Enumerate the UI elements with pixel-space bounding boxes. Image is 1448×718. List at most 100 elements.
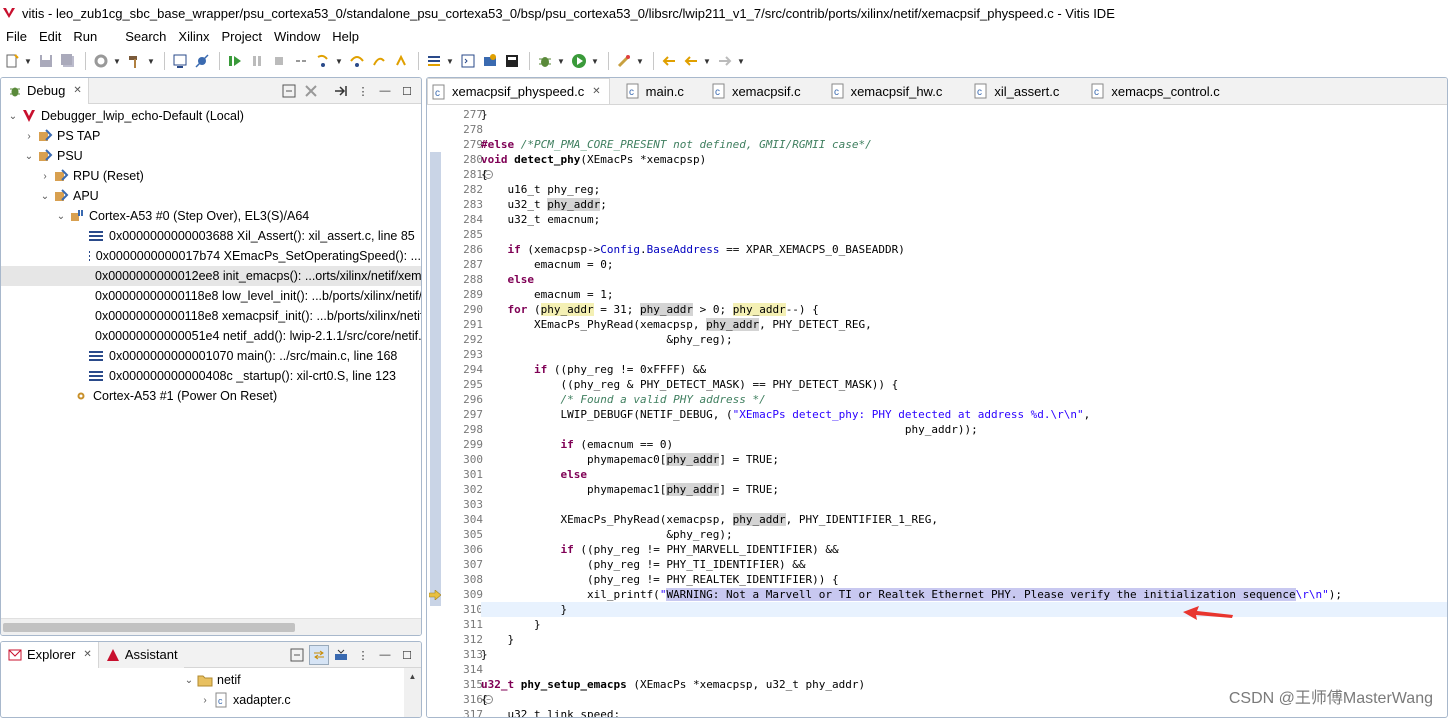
step-into-icon[interactable] <box>313 51 333 71</box>
menu-help[interactable]: Help <box>326 29 365 44</box>
code-line[interactable]: u16_t phy_reg; <box>481 182 600 197</box>
chevron-down-icon[interactable]: ⌄ <box>55 211 67 222</box>
xsct-icon[interactable] <box>480 51 500 71</box>
stack-frame-row[interactable]: 0x0000000000001070 main(): ../src/main.c… <box>1 346 421 366</box>
back-dropdown-icon[interactable]: ▼ <box>703 51 711 71</box>
code-line[interactable]: } <box>481 632 514 647</box>
chevron-down-icon[interactable]: ⌄ <box>39 191 51 202</box>
code-line[interactable]: /* Found a valid PHY address */ <box>481 392 765 407</box>
instruction-dropdown-icon[interactable]: ▼ <box>446 51 454 71</box>
stack-frame-row-selected[interactable]: 0x0000000000012ee8 init_emacps(): ...ort… <box>1 266 421 286</box>
close-icon[interactable]: ✕ <box>592 86 600 97</box>
code-line[interactable]: xil_printf("WARNING: Not a Marvell or TI… <box>481 587 1342 602</box>
menu-project[interactable]: Project <box>216 29 268 44</box>
menu-file[interactable]: File <box>0 29 33 44</box>
editor-tab-xemacpsif[interactable]: c xemacpsif.c <box>708 78 809 104</box>
code-line[interactable]: } <box>481 602 1447 617</box>
code-line[interactable]: u32_t phy_addr; <box>481 197 607 212</box>
code-line[interactable]: (phy_reg != PHY_TI_IDENTIFIER) && <box>481 557 806 572</box>
collapse-all-icon[interactable] <box>287 645 307 665</box>
code-line[interactable]: XEmacPs_PhyRead(xemacpsp, phy_addr, PHY_… <box>481 512 938 527</box>
code-line[interactable]: void detect_phy(XEmacPs *xemacpsp) <box>481 152 706 167</box>
view-menu-icon[interactable]: ⋮ <box>353 81 373 101</box>
tree-item-rpu[interactable]: › RPU (Reset) <box>1 166 421 186</box>
console-icon[interactable] <box>458 51 478 71</box>
scrollbar-thumb[interactable] <box>3 623 295 632</box>
new-dropdown-icon[interactable]: ▼ <box>24 51 32 71</box>
last-edit-icon[interactable] <box>659 51 679 71</box>
code-line[interactable]: if ((phy_reg != 0xFFFF) && <box>481 362 706 377</box>
tab-explorer[interactable]: Explorer ✕ <box>1 642 99 668</box>
editor-tab-xemacpsif-physpeed[interactable]: c xemacpsif_physpeed.c ✕ <box>427 78 610 104</box>
menu-xilinx[interactable]: Xilinx <box>172 29 215 44</box>
terminal-icon[interactable] <box>170 51 190 71</box>
tree-item-core1[interactable]: Cortex-A53 #1 (Power On Reset) <box>1 386 421 406</box>
view-menu-icon[interactable]: ⋮ <box>353 645 373 665</box>
program-device-icon[interactable] <box>502 51 522 71</box>
remove-terminated-icon[interactable] <box>301 81 321 101</box>
chevron-right-icon[interactable]: › <box>39 171 51 182</box>
code-line[interactable]: LWIP_DEBUGF(NETIF_DEBUG, ("XEmacPs detec… <box>481 407 1090 422</box>
build-dropdown-icon[interactable]: ▼ <box>147 51 155 71</box>
terminate-icon[interactable] <box>269 51 289 71</box>
chevron-down-icon[interactable]: ⌄ <box>23 151 35 162</box>
code-area[interactable]: 277 278 279 280 281−282 283 284 285 286 287 288 289… <box>427 106 1447 717</box>
disconnect-icon[interactable] <box>291 51 311 71</box>
code-line[interactable]: for (phy_addr = 31; phy_addr > 0; phy_ad… <box>481 302 819 317</box>
step-filter-icon[interactable] <box>331 81 351 101</box>
code-line[interactable]: if ((phy_reg != PHY_MARVELL_IDENTIFIER) … <box>481 542 838 557</box>
tree-item-xadapter[interactable]: › c xadapter.c <box>1 690 421 710</box>
code-line[interactable]: &phy_reg); <box>481 332 732 347</box>
editor-tab-xemacps-control[interactable]: c xemacps_control.c <box>1087 78 1227 104</box>
code-line[interactable]: else <box>481 272 535 287</box>
step-over-icon[interactable] <box>347 51 367 71</box>
code-line[interactable]: } <box>481 107 488 122</box>
settings-icon[interactable] <box>91 51 111 71</box>
stack-frame-row[interactable]: 0x00000000000118e8 xemacpsif_init(): ...… <box>1 306 421 326</box>
tree-item-apu[interactable]: ⌄ APU <box>1 186 421 206</box>
stack-frame-row[interactable]: 0x00000000000051e4 netif_add(): lwip-2.1… <box>1 326 421 346</box>
code-line[interactable]: &phy_reg); <box>481 527 732 542</box>
code-line[interactable]: phy_addr)); <box>481 422 978 437</box>
code-line[interactable]: XEmacPs_PhyRead(xemacpsp, phy_addr, PHY_… <box>481 317 872 332</box>
chevron-down-icon[interactable]: ⌄ <box>7 111 19 122</box>
chevron-right-icon[interactable]: › <box>23 131 35 142</box>
stack-frame-row[interactable]: 0x00000000000118e8 low_level_init(): ...… <box>1 286 421 306</box>
code-line[interactable]: #else /*PCM_PMA_CORE_PRESENT not defined… <box>481 137 872 152</box>
drop-to-frame-icon[interactable] <box>391 51 411 71</box>
launch-dropdown-icon[interactable]: ▼ <box>636 51 644 71</box>
step-return-icon[interactable] <box>369 51 389 71</box>
back-icon[interactable] <box>681 51 701 71</box>
code-line[interactable]: } <box>481 617 541 632</box>
debug-bug-icon[interactable] <box>535 51 555 71</box>
editor-tab-main[interactable]: c main.c <box>622 78 692 104</box>
debug-dropdown-icon[interactable]: ▼ <box>557 51 565 71</box>
collapse-all-icon[interactable] <box>279 81 299 101</box>
forward-dropdown-icon[interactable]: ▼ <box>737 51 745 71</box>
instruction-stepping-icon[interactable] <box>424 51 444 71</box>
code-line[interactable]: if (emacnum == 0) <box>481 437 673 452</box>
code-line[interactable]: if (xemacpsp->Config.BaseAddress == XPAR… <box>481 242 905 257</box>
stack-frame-row[interactable]: 0x0000000000003688 Xil_Assert(): xil_ass… <box>1 226 421 246</box>
code-line[interactable]: u32_t link_speed; <box>481 707 620 717</box>
tree-item-ps-tap[interactable]: › PS TAP <box>1 126 421 146</box>
tab-debug[interactable]: Debug ✕ <box>1 78 89 104</box>
scroll-up-icon[interactable]: ▲ <box>404 672 421 681</box>
resume-icon[interactable] <box>225 51 245 71</box>
stack-frame-row[interactable]: 0x0000000000017b74 XEmacPs_SetOperatingS… <box>1 246 421 266</box>
code-line[interactable]: { <box>481 692 488 707</box>
launch-icon[interactable] <box>614 51 634 71</box>
tab-assistant[interactable]: Assistant <box>98 642 184 668</box>
forward-icon[interactable] <box>715 51 735 71</box>
maximize-icon[interactable]: ☐ <box>397 645 417 665</box>
save-icon[interactable] <box>36 51 56 71</box>
new-icon[interactable] <box>2 51 22 71</box>
menu-window[interactable]: Window <box>268 29 326 44</box>
code-line[interactable]: emacnum = 0; <box>481 257 613 272</box>
step-into-dropdown-icon[interactable]: ▼ <box>335 51 343 71</box>
chevron-down-icon[interactable]: ⌄ <box>183 675 195 686</box>
filter-icon[interactable] <box>331 645 351 665</box>
stack-frame-row[interactable]: 0x000000000000408c _startup(): xil-crt0.… <box>1 366 421 386</box>
vertical-scrollbar[interactable]: ▲ <box>404 668 421 717</box>
tree-item-psu[interactable]: ⌄ PSU <box>1 146 421 166</box>
